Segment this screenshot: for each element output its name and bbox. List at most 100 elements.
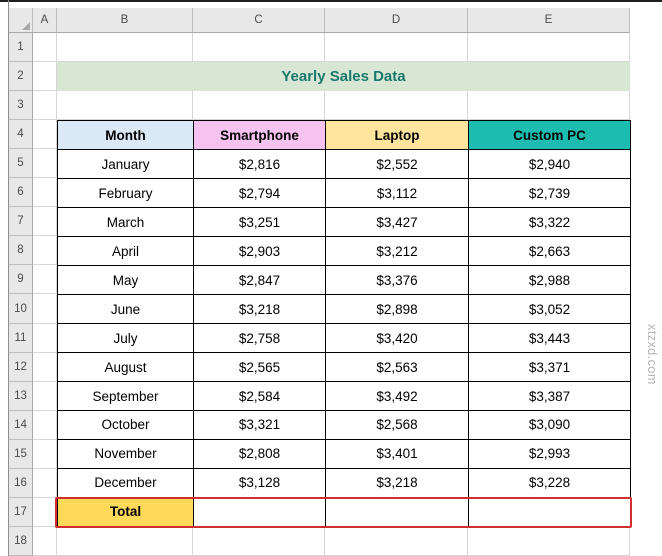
value-cell[interactable]: $3,112 <box>326 179 469 208</box>
grid-cell[interactable] <box>33 120 57 149</box>
row-header-6[interactable]: 6 <box>9 178 33 207</box>
row-header-13[interactable]: 13 <box>9 382 33 411</box>
value-cell[interactable]: $2,563 <box>326 353 469 382</box>
row-header-14[interactable]: 14 <box>9 411 33 440</box>
select-all-corner[interactable] <box>9 8 33 33</box>
row-header-3[interactable]: 3 <box>9 91 33 120</box>
value-cell[interactable]: $3,492 <box>326 382 469 411</box>
value-cell[interactable]: $3,251 <box>194 208 326 237</box>
grid-cell[interactable] <box>33 178 57 207</box>
grid-cell[interactable] <box>33 527 57 556</box>
grid-cell[interactable] <box>468 33 630 62</box>
grid-cell[interactable] <box>33 62 57 91</box>
column-header-c[interactable]: C <box>193 8 325 33</box>
grid-cell[interactable] <box>33 440 57 469</box>
value-cell[interactable]: $2,993 <box>469 439 631 468</box>
grid-cell[interactable] <box>33 207 57 236</box>
value-cell[interactable]: $3,376 <box>326 266 469 295</box>
month-cell[interactable]: September <box>58 382 194 411</box>
value-cell[interactable]: $3,322 <box>469 208 631 237</box>
row-header-9[interactable]: 9 <box>9 265 33 294</box>
grid-cell[interactable] <box>57 91 193 120</box>
grid-cell[interactable] <box>33 265 57 294</box>
value-cell[interactable]: $3,212 <box>326 237 469 266</box>
month-cell[interactable]: February <box>58 179 194 208</box>
grid-cell[interactable] <box>33 294 57 323</box>
grid-cell[interactable] <box>193 527 325 556</box>
row-header-15[interactable]: 15 <box>9 440 33 469</box>
value-cell[interactable]: $2,663 <box>469 237 631 266</box>
title-cell[interactable]: Yearly Sales Data <box>57 62 630 91</box>
row-header-10[interactable]: 10 <box>9 294 33 323</box>
value-cell[interactable]: $3,401 <box>326 439 469 468</box>
column-header-b[interactable]: B <box>57 8 193 33</box>
row-header-16[interactable]: 16 <box>9 469 33 498</box>
grid-cell[interactable] <box>193 33 325 62</box>
value-cell[interactable]: $3,443 <box>469 324 631 353</box>
grid-cell[interactable] <box>325 33 468 62</box>
value-cell[interactable]: $2,565 <box>194 353 326 382</box>
value-cell[interactable]: $3,128 <box>194 468 326 497</box>
month-cell[interactable]: June <box>58 295 194 324</box>
value-cell[interactable]: $3,228 <box>469 468 631 497</box>
value-cell[interactable]: $2,940 <box>469 150 631 179</box>
value-cell[interactable]: $3,090 <box>469 411 631 440</box>
grid-cell[interactable] <box>57 527 193 556</box>
grid-cell[interactable] <box>57 33 193 62</box>
value-cell[interactable]: $2,794 <box>194 179 326 208</box>
value-cell[interactable]: $3,371 <box>469 353 631 382</box>
row-header-7[interactable]: 7 <box>9 207 33 236</box>
value-cell[interactable]: $3,387 <box>469 382 631 411</box>
grid-cell[interactable] <box>33 469 57 498</box>
table-header-laptop[interactable]: Laptop <box>326 121 469 150</box>
grid-cell[interactable] <box>33 498 57 527</box>
grid-cell[interactable] <box>193 91 325 120</box>
value-cell[interactable]: $2,758 <box>194 324 326 353</box>
value-cell[interactable]: $3,321 <box>194 411 326 440</box>
grid-cell[interactable] <box>33 324 57 353</box>
grid-cell[interactable] <box>33 382 57 411</box>
grid-cell[interactable] <box>33 411 57 440</box>
table-header-month[interactable]: Month <box>58 121 194 150</box>
month-cell[interactable]: November <box>58 439 194 468</box>
row-header-11[interactable]: 11 <box>9 324 33 353</box>
grid-cell[interactable] <box>33 149 57 178</box>
value-cell[interactable]: $3,427 <box>326 208 469 237</box>
value-cell[interactable]: $2,552 <box>326 150 469 179</box>
month-cell[interactable]: May <box>58 266 194 295</box>
value-cell[interactable]: $2,903 <box>194 237 326 266</box>
row-header-8[interactable]: 8 <box>9 236 33 265</box>
month-cell[interactable]: August <box>58 353 194 382</box>
value-cell[interactable]: $2,988 <box>469 266 631 295</box>
total-empty-cell[interactable] <box>194 497 326 526</box>
value-cell[interactable]: $2,816 <box>194 150 326 179</box>
month-cell[interactable]: January <box>58 150 194 179</box>
column-header-e[interactable]: E <box>468 8 630 33</box>
month-cell[interactable]: July <box>58 324 194 353</box>
row-header-12[interactable]: 12 <box>9 353 33 382</box>
month-cell[interactable]: April <box>58 237 194 266</box>
value-cell[interactable]: $2,898 <box>326 295 469 324</box>
row-header-2[interactable]: 2 <box>9 62 33 91</box>
value-cell[interactable]: $2,739 <box>469 179 631 208</box>
grid-cell[interactable] <box>468 527 630 556</box>
month-cell[interactable]: March <box>58 208 194 237</box>
column-header-a[interactable]: A <box>33 8 57 33</box>
value-cell[interactable]: $3,218 <box>194 295 326 324</box>
grid-cell[interactable] <box>325 527 468 556</box>
row-header-17[interactable]: 17 <box>9 498 33 527</box>
column-header-d[interactable]: D <box>325 8 468 33</box>
value-cell[interactable]: $2,808 <box>194 439 326 468</box>
row-header-1[interactable]: 1 <box>9 33 33 62</box>
grid-cell[interactable] <box>33 33 57 62</box>
grid-cell[interactable] <box>468 91 630 120</box>
value-cell[interactable]: $3,420 <box>326 324 469 353</box>
total-empty-cell[interactable] <box>326 497 469 526</box>
value-cell[interactable]: $3,052 <box>469 295 631 324</box>
row-header-5[interactable]: 5 <box>9 149 33 178</box>
grid-cell[interactable] <box>325 91 468 120</box>
grid-cell[interactable] <box>33 236 57 265</box>
total-label-cell[interactable]: Total <box>58 497 194 526</box>
value-cell[interactable]: $2,847 <box>194 266 326 295</box>
grid-cell[interactable] <box>33 91 57 120</box>
